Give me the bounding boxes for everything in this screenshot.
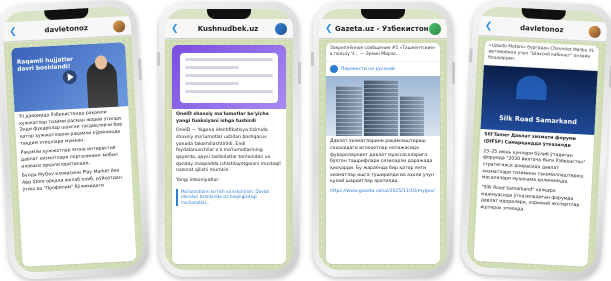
message-text: OneID — Yagona identifikatsiya tizimida …: [172, 128, 286, 175]
message-bubble[interactable]: «Uzauto Motors» бургадан Chevrolet Malib…: [474, 40, 599, 267]
phone-screen: ❮ Gazeta.uz - Ўзбекистон я... Закреплённ…: [319, 9, 447, 270]
chat-area: Raqamli hujjatlar davri boshlandi! Yil д…: [4, 37, 144, 273]
avatar[interactable]: [113, 20, 126, 33]
back-arrow-icon[interactable]: ❮: [171, 24, 181, 34]
message-bubble[interactable]: OneID shaxsiy ma'lumotlar bo'yicha yangi…: [172, 45, 286, 264]
side-button: [469, 48, 473, 62]
avatar[interactable]: [275, 23, 287, 35]
chat-title[interactable]: davletonoz: [19, 22, 113, 35]
avatar[interactable]: [588, 25, 601, 38]
play-icon[interactable]: [62, 70, 77, 85]
image-preview[interactable]: [172, 45, 286, 109]
translate-icon: [330, 65, 338, 73]
back-arrow-icon[interactable]: ❮: [325, 24, 335, 34]
message-title: OneID shaxsiy ma'lumotlar bo'yicha yangi…: [172, 112, 286, 125]
message-text: Yil давомида Ўзбекистонда рақамли ҳужжат…: [15, 109, 131, 148]
side-button: [452, 62, 455, 84]
message-text: 23–25 июнь кунлари бўлиб ўтадиган форумд…: [478, 149, 594, 188]
chat-title[interactable]: davletonoz: [495, 22, 589, 35]
building-photo[interactable]: [326, 76, 440, 136]
translate-label[interactable]: Перевести на русский: [341, 67, 395, 72]
chat-header: ❮ Kushnudbek.uz: [165, 19, 293, 39]
avatar[interactable]: [429, 23, 441, 35]
phone-mockup-1: ❮ davletonoz Raqamli hujjatlar davri bos…: [0, 0, 150, 280]
translate-bar[interactable]: Перевести на русский: [326, 62, 440, 76]
phone-screen: ❮ davletonoz «Uzauto Motors» бургадан Ch…: [466, 6, 607, 273]
side-button: [157, 52, 160, 66]
video-preview[interactable]: Raqamli hujjatlar davri boshlandi!: [11, 42, 128, 112]
chat-area: Закреплённое сообщение #5 «Ташкентские» …: [319, 40, 447, 270]
message-link[interactable]: https://www.gazeta.uz/uz/2025/11/10/mygo…: [326, 189, 440, 196]
phone-screen: ❮ davletonoz Raqamli hujjatlar davri bos…: [2, 6, 143, 273]
message-text: Рақамли ҳужжатлар ягона интерактив давла…: [17, 145, 132, 171]
chat-header: ❮ Gazeta.uz - Ўзбекистон я...: [319, 19, 447, 39]
pinned-message[interactable]: Закреплённое сообщение #5 «Ташкентские» …: [326, 43, 440, 62]
phone-notch: [361, 9, 405, 19]
message-subtext: Yangi imkoniyatlar:: [172, 178, 286, 185]
phone-screen: ❮ Kushnudbek.uz OneID shaxsiy ma'lumotla…: [165, 9, 293, 270]
side-button: [138, 58, 142, 80]
phone-notch: [207, 9, 251, 19]
phone-mockup-4: ❮ davletonoz «Uzauto Motors» бургадан Ch…: [460, 0, 611, 280]
message-bubble[interactable]: Raqamli hujjatlar davri boshlandi! Yil д…: [11, 42, 136, 267]
message-bubble[interactable]: Закреплённое сообщение #5 «Ташкентские» …: [326, 43, 440, 264]
phone-mockup-3: ❮ Gazeta.uz - Ўзбекистон я... Закреплённ…: [313, 2, 453, 277]
dome-graphic: [516, 75, 547, 101]
phone-mockup-2: ❮ Kushnudbek.uz OneID shaxsiy ma'lumotla…: [159, 2, 299, 277]
quoted-block: Ma'lumotlarni ko'rish va tekshirish. Dav…: [176, 189, 282, 207]
chat-title[interactable]: Kushnudbek.uz: [181, 25, 275, 33]
ui-card-graphic: [180, 53, 278, 103]
chat-title[interactable]: Gazeta.uz - Ўзбекистон я...: [335, 25, 429, 33]
back-arrow-icon[interactable]: ❮: [485, 21, 496, 32]
chat-area: «Uzauto Motors» бургадан Chevrolet Malib…: [466, 37, 606, 273]
side-button: [311, 52, 314, 66]
back-arrow-icon[interactable]: ❮: [9, 26, 20, 37]
photo-caption: Silk Road Samarkand: [481, 114, 595, 128]
chat-area: OneID shaxsiy ma'lumotlar bo'yicha yangi…: [165, 40, 293, 270]
side-button: [298, 62, 301, 84]
message-text: "Silk Road Samarkand" халқаро мажмуасида…: [476, 185, 591, 218]
forum-photo[interactable]: Silk Road Samarkand: [480, 66, 597, 136]
message-text: Давлат хизматларини рақамлаштириш соҳаси…: [326, 139, 440, 186]
message-footer: Бунда MyGov иловасини Play Market ёки Ap…: [18, 168, 133, 194]
